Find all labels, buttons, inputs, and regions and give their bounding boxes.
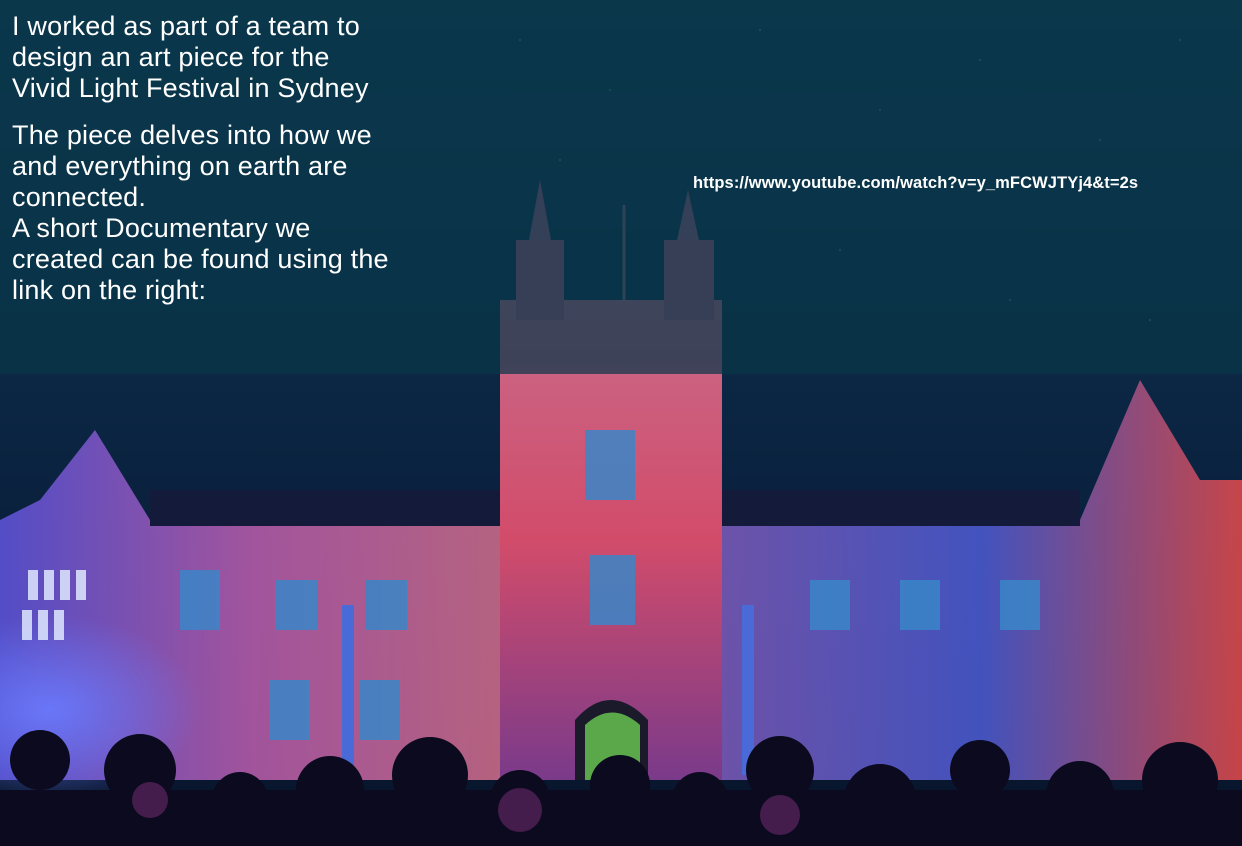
intro-text-block: I worked as part of a team to design an … [12, 11, 482, 322]
documentary-video-link[interactable]: https://www.youtube.com/watch?v=y_mFCWJT… [693, 174, 1138, 193]
intro-paragraph-team: I worked as part of a team to design an … [12, 11, 369, 103]
intro-paragraph-documentary: The piece delves into how we and everyth… [12, 120, 389, 305]
